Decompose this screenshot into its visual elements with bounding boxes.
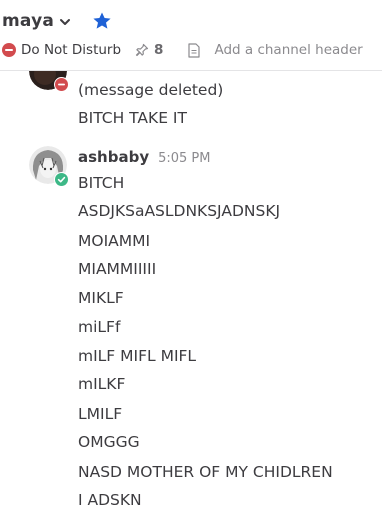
channel-title-row: maya — [2, 9, 112, 33]
pin-icon — [135, 43, 149, 57]
pinned-messages-button[interactable]: 8 — [135, 42, 163, 58]
message-text: ASDJKSaASLDNKSJADNSKJ — [78, 202, 281, 220]
avatar-wrapper — [29, 146, 69, 187]
status-badge — [54, 77, 69, 92]
status-text: Do Not Disturb — [21, 42, 122, 58]
do-not-disturb-icon — [2, 43, 16, 57]
message-text: MIKLF — [78, 289, 124, 307]
message-text: BITCH — [78, 174, 125, 192]
favorite-star-icon[interactable] — [92, 11, 112, 31]
channel-header: maya Do Not Disturb 8 Add a channel head… — [0, 0, 382, 70]
channel-name[interactable]: maya — [2, 11, 54, 31]
post-header: ashbaby 5:05 PM — [78, 148, 211, 170]
post-time[interactable]: 5:05 PM — [158, 151, 210, 166]
status-badge — [54, 172, 69, 187]
message-text: OMGGG — [78, 433, 140, 451]
chevron-down-icon[interactable] — [58, 15, 72, 29]
message-text: LMILF — [78, 405, 123, 423]
message-text: mILF MIFL MIFL — [78, 347, 197, 365]
document-icon — [188, 42, 201, 58]
message-text: BITCH TAKE IT — [78, 109, 187, 127]
message-text: miLFf — [78, 318, 121, 336]
message-text: mILKF — [78, 375, 126, 393]
message-text: NASD MOTHER OF MY CHIDLREN — [78, 463, 333, 481]
message-text: MIAMMIIIII — [78, 260, 157, 278]
message-text: MOIAMMI — [78, 232, 151, 250]
header-divider — [0, 70, 382, 71]
do-not-disturb-icon — [55, 78, 68, 91]
username[interactable]: ashbaby — [78, 148, 149, 166]
add-channel-header-link[interactable]: Add a channel header — [214, 42, 362, 58]
message-deleted: (message deleted) — [78, 81, 224, 99]
channel-subheader: Do Not Disturb 8 Add a channel header — [2, 40, 363, 60]
online-check-icon — [55, 173, 68, 186]
message-text: I ADSKN — [78, 491, 142, 509]
pinned-count: 8 — [154, 42, 164, 58]
